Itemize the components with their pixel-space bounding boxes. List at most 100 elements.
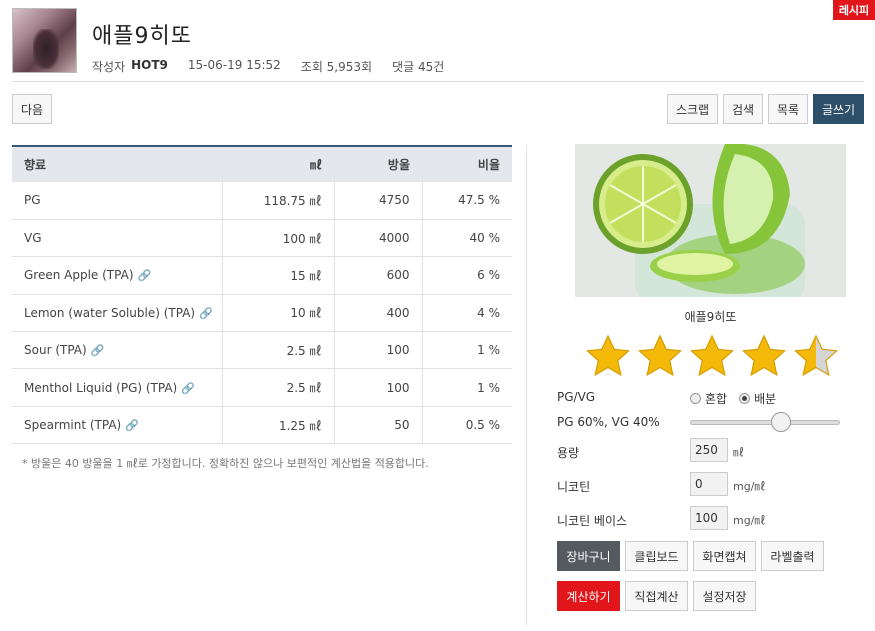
- star-icon[interactable]: [689, 333, 735, 379]
- ratio-cell-text: 1 %: [477, 380, 500, 395]
- ml-cell-text: 100 ㎖: [282, 231, 322, 246]
- ratio-cell: 6 %: [421, 256, 512, 295]
- link-icon[interactable]: 🔗: [138, 269, 152, 282]
- view-count: 조회 5,953회: [300, 60, 373, 74]
- ratio-cell-text: 40 %: [469, 231, 501, 246]
- drops-cell-text: 50: [394, 418, 410, 433]
- drops-cell-text: 600: [386, 268, 410, 283]
- flavor-name-cell: VG: [12, 219, 222, 258]
- mode-mix-label: 혼합: [705, 392, 728, 406]
- drops-cell-text: 4750: [378, 193, 410, 208]
- nicotine-label: 니코틴: [557, 480, 591, 494]
- comment-count[interactable]: 댓글 45건: [392, 58, 444, 75]
- drops-cell: 600: [333, 256, 422, 295]
- recipe-photo: [575, 144, 846, 297]
- flavor-name-cell: Sour (TPA) 🔗: [12, 331, 222, 370]
- ingredient-table: 향료 ㎖ 방울 비율 PG 118.75 ㎖ 4750 47.5 % VG 100 ㎖ 40…: [12, 145, 512, 445]
- pgvg-slider[interactable]: [690, 412, 840, 432]
- next-button[interactable]: 다음: [12, 94, 52, 124]
- ratio-cell: 4 %: [421, 294, 512, 333]
- direct-calc-button[interactable]: 직접계산: [625, 581, 688, 611]
- post-title: 애플9히또: [92, 24, 192, 49]
- search-button[interactable]: 검색: [723, 94, 763, 124]
- author-name[interactable]: HOT9: [131, 58, 168, 75]
- label-print-button[interactable]: 라벨출력: [761, 541, 824, 571]
- ratio-cell-text: 6 %: [477, 268, 500, 283]
- link-icon[interactable]: 🔗: [91, 344, 105, 357]
- nicotine-input[interactable]: [690, 472, 728, 496]
- ratio-cell-text: 4 %: [477, 305, 500, 320]
- ml-cell-text: 1.25 ㎖: [278, 418, 322, 433]
- flavor-name-cell-text[interactable]: Sour (TPA): [24, 343, 87, 357]
- flavor-name-cell-text[interactable]: Spearmint (TPA): [24, 418, 121, 432]
- write-button[interactable]: 글쓰기: [813, 94, 864, 124]
- table-row: PG 118.75 ㎖ 4750 47.5 %: [12, 182, 512, 220]
- star-icon[interactable]: [637, 333, 683, 379]
- author-avatar[interactable]: [12, 8, 77, 73]
- capture-button[interactable]: 화면캡쳐: [693, 541, 756, 571]
- scrap-button[interactable]: 스크랩: [667, 94, 718, 124]
- star-icon[interactable]: [741, 333, 787, 379]
- flavor-name-cell-text[interactable]: Menthol Liquid (PG) (TPA): [24, 381, 177, 395]
- volume-input[interactable]: [690, 438, 728, 462]
- flavor-name-cell: Green Apple (TPA) 🔗: [12, 256, 222, 295]
- save-settings-button[interactable]: 설정저장: [693, 581, 756, 611]
- flavor-name-cell-text[interactable]: Lemon (water Soluble) (TPA): [24, 306, 195, 320]
- table-header-row: 향료 ㎖ 방울 비율: [12, 145, 512, 182]
- ratio-cell: 47.5 %: [421, 182, 512, 220]
- volume-label: 용량: [557, 446, 580, 460]
- link-icon[interactable]: 🔗: [199, 307, 213, 320]
- drops-cell: 100: [333, 331, 422, 370]
- post-meta: 작성자 HOT9 15-06-19 15:52 조회 5,953회 댓글 45건: [92, 58, 444, 75]
- link-icon[interactable]: 🔗: [181, 382, 195, 395]
- post-date: 15-06-19 15:52: [187, 58, 281, 72]
- drops-cell: 50: [333, 406, 422, 445]
- cart-button[interactable]: 장바구니: [557, 541, 620, 571]
- star-icon[interactable]: [585, 333, 631, 379]
- col-header-ratio: 비율: [422, 145, 512, 182]
- ml-cell: 1.25 ㎖: [221, 406, 334, 445]
- nicotine-base-unit: mg/㎖: [733, 514, 766, 527]
- table-row: Lemon (water Soluble) (TPA) 🔗 10 ㎖ 400 4 %: [12, 294, 512, 333]
- calculate-button[interactable]: 계산하기: [557, 581, 620, 611]
- pgvg-slider-thumb[interactable]: [771, 412, 791, 432]
- drops-cell-text: 100: [386, 380, 410, 395]
- drops-cell: 100: [333, 368, 422, 407]
- rating-stars: [585, 333, 839, 379]
- mode-mix-radio[interactable]: 혼합: [690, 390, 727, 407]
- ml-cell: 2.5 ㎖: [221, 368, 334, 407]
- nicotine-base-input[interactable]: [690, 506, 728, 530]
- clipboard-button[interactable]: 클립보드: [625, 541, 688, 571]
- photo-caption: 애플9히또: [684, 310, 737, 324]
- drops-cell-text: 4000: [378, 231, 410, 246]
- radio-mix-indicator[interactable]: [690, 393, 701, 404]
- ratio-cell-text: 1 %: [477, 343, 500, 358]
- ratio-cell: 0.5 %: [421, 406, 512, 445]
- ratio-cell: 40 %: [421, 219, 512, 258]
- mode-split-radio[interactable]: 배분: [739, 390, 776, 407]
- link-icon[interactable]: 🔗: [125, 419, 139, 432]
- ml-cell: 15 ㎖: [221, 256, 334, 295]
- ml-cell: 2.5 ㎖: [221, 331, 334, 370]
- table-row: Green Apple (TPA) 🔗 15 ㎖ 600 6 %: [12, 256, 512, 295]
- table-row: VG 100 ㎖ 4000 40 %: [12, 219, 512, 258]
- column-divider: [526, 145, 527, 625]
- flavor-name-cell: Menthol Liquid (PG) (TPA) 🔗: [12, 368, 222, 407]
- post-header: 애플9히또 작성자 HOT9 15-06-19 15:52 조회 5,953회 …: [12, 8, 864, 82]
- ml-cell: 100 ㎖: [221, 219, 334, 258]
- flavor-name-cell-text[interactable]: Green Apple (TPA): [24, 268, 134, 282]
- pgvg-label: PG/VG: [557, 390, 596, 404]
- ml-cell-text: 2.5 ㎖: [286, 343, 322, 358]
- table-row: Sour (TPA) 🔗 2.5 ㎖ 100 1 %: [12, 331, 512, 370]
- author-label: 작성자: [92, 60, 126, 74]
- flavor-name-cell-text: VG: [24, 231, 42, 246]
- ml-cell: 10 ㎖: [221, 294, 334, 333]
- mode-split-label: 배분: [754, 392, 777, 406]
- list-button[interactable]: 목록: [768, 94, 808, 124]
- col-header-flavor: 향료: [12, 145, 222, 182]
- ml-cell-text: 10 ㎖: [290, 306, 322, 321]
- star-icon[interactable]: [793, 333, 839, 379]
- radio-split-indicator[interactable]: [739, 393, 751, 404]
- drop-note: * 방울은 40 방울을 1 ㎖로 가정합니다. 정확하진 않으나 보편적인 계…: [22, 457, 429, 470]
- flavor-name-cell-text: PG: [24, 193, 41, 208]
